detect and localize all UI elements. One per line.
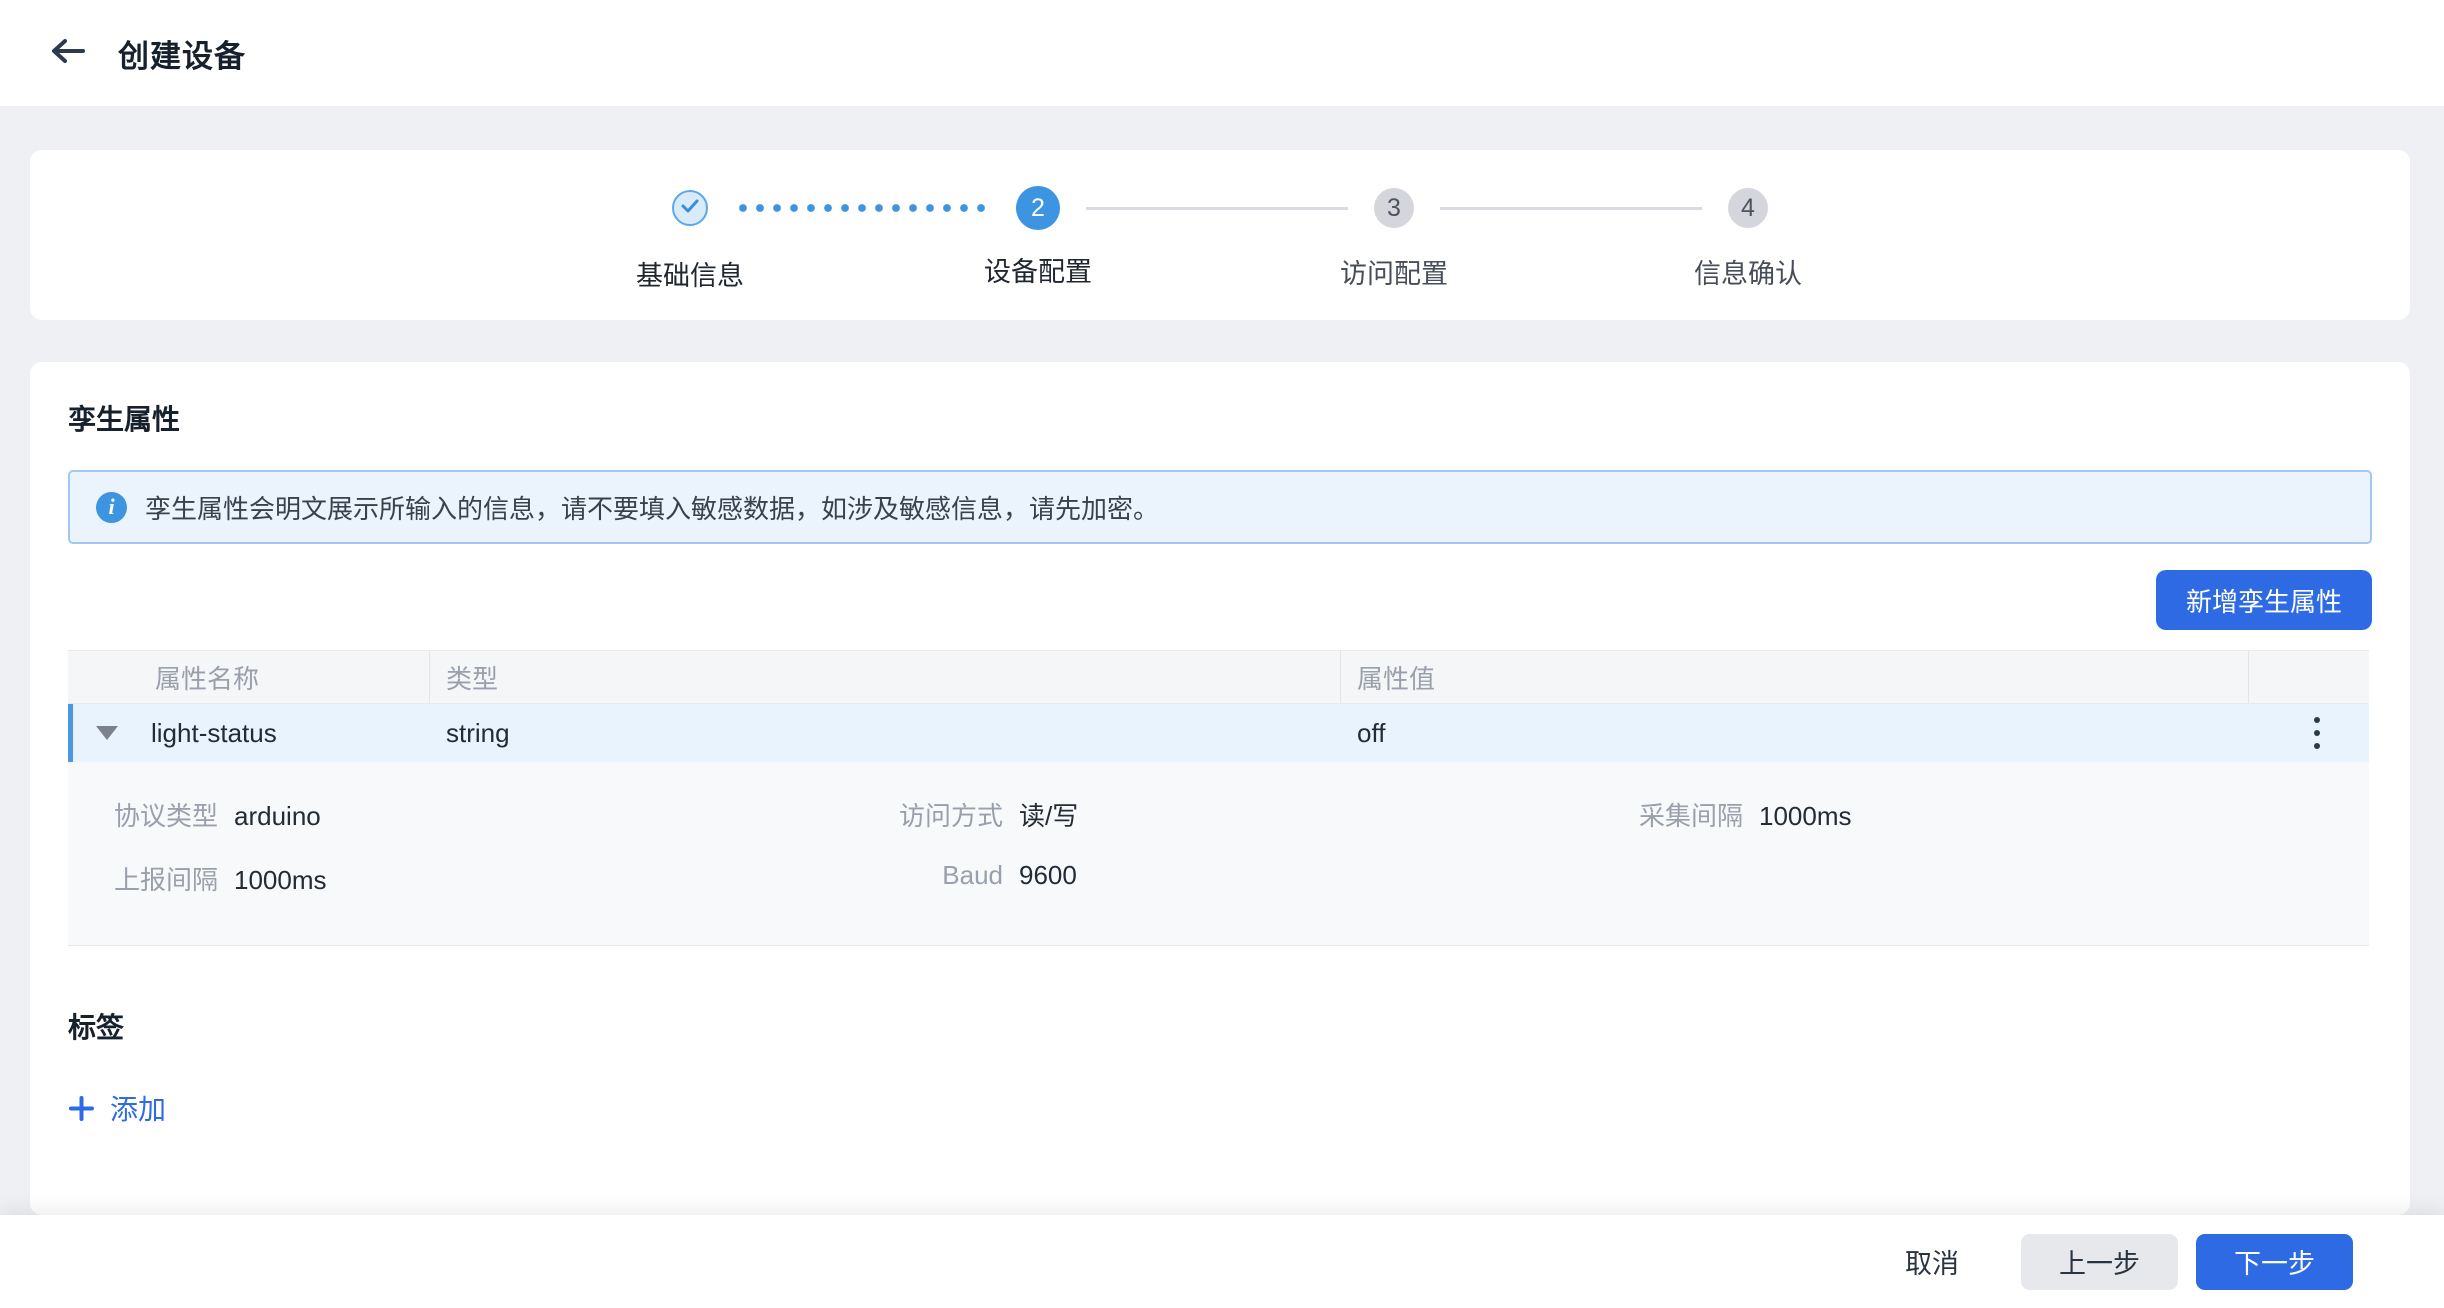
stepper: 基础信息 2 设备配置 3 访问配置 4 信息确认 (30, 150, 2410, 230)
step-2-circle: 2 (1016, 186, 1060, 230)
step-1-circle (672, 190, 708, 226)
step-1-basic-info: 基础信息 (672, 190, 708, 226)
stepper-connector-solid (1086, 207, 1348, 210)
back-button[interactable] (48, 36, 88, 70)
triangle-down-icon[interactable] (96, 726, 118, 740)
column-header-value: 属性值 (1341, 651, 2249, 703)
table-row[interactable]: light-status string off (68, 704, 2369, 762)
row-type-cell: string (430, 718, 1341, 749)
detail-report-interval: 上报间隔 1000ms (68, 860, 848, 897)
row-expanded-details: 协议类型 arduino 访问方式 读/写 采集间隔 1000ms 上报间隔 1… (68, 762, 2369, 945)
twin-properties-title: 孪生属性 (68, 398, 2372, 438)
table-bottom-border (68, 945, 2369, 946)
step-4-info-confirm: 4 信息确认 (1728, 188, 1768, 228)
table-header-row: 属性名称 类型 属性值 (68, 650, 2369, 704)
plus-icon (68, 1095, 95, 1122)
info-icon: i (96, 492, 127, 523)
add-tag-link[interactable]: 添加 (68, 1088, 166, 1128)
row-value-cell: off (1341, 718, 2249, 749)
detail-baud: Baud 9600 (848, 860, 1593, 897)
step-4-circle: 4 (1728, 188, 1768, 228)
step-1-label: 基础信息 (636, 254, 744, 293)
stepper-card: 基础信息 2 设备配置 3 访问配置 4 信息确认 (30, 150, 2410, 320)
row-name-cell: light-status (68, 718, 430, 749)
detail-access-mode: 访问方式 读/写 (848, 796, 1593, 833)
check-icon (677, 193, 703, 224)
row-action-cell (2249, 711, 2369, 755)
detail-collect-interval: 采集间隔 1000ms (1593, 796, 2369, 833)
step-3-circle: 3 (1374, 188, 1414, 228)
step-3-label: 访问配置 (1340, 252, 1448, 291)
step-3-access-config: 3 访问配置 (1374, 188, 1414, 228)
add-twin-property-button[interactable]: 新增孪生属性 (2156, 570, 2372, 630)
cancel-button[interactable]: 取消 (1905, 1242, 1959, 1281)
column-header-action (2249, 651, 2369, 703)
step-2-label: 设备配置 (984, 250, 1092, 289)
main-card: 孪生属性 i 孪生属性会明文展示所输入的信息，请不要填入敏感数据，如涉及敏感信息… (30, 362, 2410, 1215)
stepper-connector-solid (1440, 207, 1702, 210)
stepper-connector-dotted (734, 203, 990, 213)
twin-properties-table: 属性名称 类型 属性值 light-status string off 协议类型… (68, 650, 2369, 946)
tags-title: 标签 (68, 1006, 2372, 1046)
page-title: 创建设备 (118, 31, 246, 76)
top-header: 创建设备 (0, 0, 2444, 106)
detail-protocol-type: 协议类型 arduino (68, 796, 848, 833)
property-name: light-status (151, 718, 277, 749)
twin-alert-text: 孪生属性会明文展示所输入的信息，请不要填入敏感数据，如涉及敏感信息，请先加密。 (145, 489, 1159, 526)
footer-bar: 取消 上一步 下一步 (0, 1215, 2444, 1308)
add-tag-label: 添加 (110, 1088, 166, 1128)
arrow-left-icon (49, 36, 87, 71)
column-header-type: 类型 (430, 651, 1341, 703)
next-step-button[interactable]: 下一步 (2196, 1234, 2353, 1290)
step-2-device-config: 2 设备配置 (1016, 186, 1060, 230)
step-4-label: 信息确认 (1694, 252, 1802, 291)
kebab-menu-icon[interactable] (2308, 711, 2326, 755)
twin-info-alert: i 孪生属性会明文展示所输入的信息，请不要填入敏感数据，如涉及敏感信息，请先加密… (68, 470, 2372, 544)
column-header-name: 属性名称 (68, 651, 430, 703)
previous-step-button[interactable]: 上一步 (2021, 1234, 2178, 1290)
